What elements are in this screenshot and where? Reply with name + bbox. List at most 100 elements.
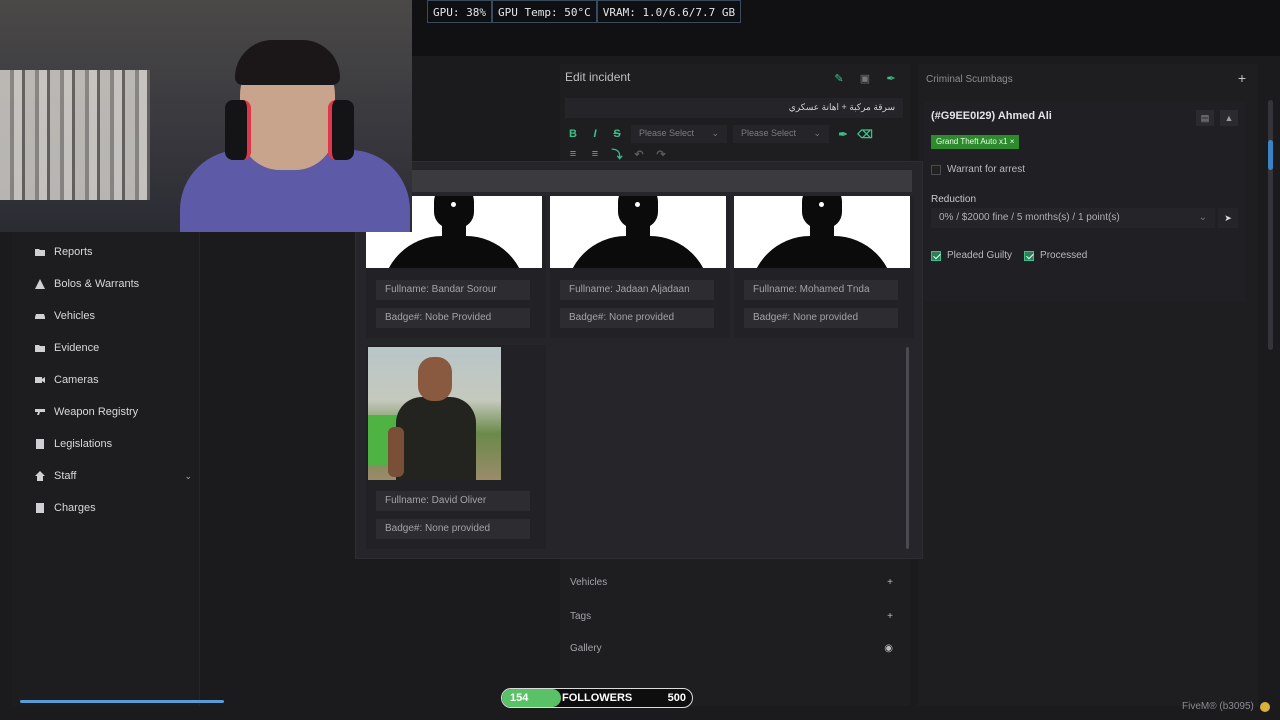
processed-checkbox[interactable] bbox=[1024, 250, 1035, 261]
webcam-overlay bbox=[0, 0, 412, 232]
heading-select-value: Please Select bbox=[639, 128, 695, 138]
sidebar-item-vehicles[interactable]: Vehicles bbox=[22, 300, 192, 332]
indent-icon[interactable]: ⤵ bbox=[609, 146, 625, 162]
vehicles-section-label: Vehicles bbox=[570, 576, 608, 588]
scrollbar-thumb[interactable] bbox=[1268, 140, 1273, 170]
sidebar-nav: Reports Bolos & Warrants Vehicles Eviden… bbox=[22, 236, 192, 524]
officer-badge: Badge#: None provided bbox=[376, 519, 530, 539]
status-indicator-icon bbox=[1260, 702, 1270, 712]
charge-chip[interactable]: Grand Theft Auto x1 × bbox=[931, 135, 1020, 149]
heading-select[interactable]: Please Select ⌄ bbox=[631, 125, 727, 143]
processed-label: Processed bbox=[1040, 250, 1088, 261]
camera-icon[interactable]: ◉ bbox=[884, 643, 893, 654]
tags-section[interactable]: Tags + bbox=[565, 604, 903, 628]
followers-goal: 500 bbox=[667, 692, 686, 704]
modal-scrollbar[interactable] bbox=[906, 347, 909, 549]
officer-badge: Badge#: None provided bbox=[744, 308, 898, 328]
chevron-down-icon: ⌄ bbox=[711, 128, 719, 138]
incident-title-input[interactable]: سرقة مركبة + اهانة عسكري bbox=[565, 98, 903, 118]
gallery-section-label: Gallery bbox=[570, 642, 602, 654]
avatar-placeholder bbox=[550, 196, 726, 268]
officer-fullname: Fullname: David Oliver bbox=[376, 491, 530, 511]
warning-icon bbox=[35, 279, 45, 289]
redo-icon[interactable]: ↷ bbox=[653, 148, 669, 161]
camera-icon bbox=[35, 377, 45, 383]
tags-section-label: Tags bbox=[570, 610, 592, 622]
sidebar-item-label: Reports bbox=[54, 246, 93, 258]
avatar-placeholder bbox=[734, 196, 910, 268]
sidebar-item-label: Evidence bbox=[54, 342, 100, 354]
sidebar-item-label: Vehicles bbox=[54, 310, 95, 322]
sidebar-item-cameras[interactable]: Cameras bbox=[22, 364, 192, 396]
sidebar-item-evidence[interactable]: Evidence bbox=[22, 332, 192, 364]
sidebar-item-label: Charges bbox=[54, 502, 96, 514]
book-icon bbox=[36, 503, 44, 513]
criminal-card: (#G9EE0I29) Ahmed Ali ▤ ▲ Grand Theft Au… bbox=[924, 102, 1246, 302]
horizontal-scrollbar[interactable] bbox=[20, 700, 224, 703]
officer-card[interactable]: Fullname: Jadaan Aljadaan Badge#: None p… bbox=[550, 196, 730, 338]
undo-icon[interactable]: ↶ bbox=[631, 148, 647, 161]
font-select[interactable]: Please Select ⌄ bbox=[733, 125, 829, 143]
officer-photo bbox=[368, 347, 501, 480]
book-icon bbox=[36, 439, 44, 449]
car-icon bbox=[35, 314, 45, 319]
gpu-temperature: GPU Temp: 50°C bbox=[491, 0, 597, 23]
gun-icon bbox=[35, 409, 45, 415]
chevron-down-icon[interactable]: ⌄ bbox=[184, 471, 192, 482]
brush-icon[interactable]: ✒ bbox=[835, 128, 851, 141]
officer-fullname: Fullname: Mohamed Tnda bbox=[744, 280, 898, 300]
add-icon[interactable]: + bbox=[887, 577, 893, 588]
trash-icon[interactable]: ▲ bbox=[1220, 110, 1238, 126]
officer-card[interactable]: Fullname: Mohamed Tnda Badge#: None prov… bbox=[734, 196, 914, 338]
criminal-name: (#G9EE0I29) Ahmed Ali bbox=[931, 110, 1052, 122]
vehicles-section[interactable]: Vehicles + bbox=[565, 570, 903, 594]
home-icon bbox=[35, 471, 45, 481]
reduction-label: Reduction bbox=[931, 194, 977, 205]
sidebar-item-label: Weapon Registry bbox=[54, 406, 139, 418]
criminals-panel: Criminal Scumbags + (#G9EE0I29) Ahmed Al… bbox=[918, 64, 1258, 706]
sidebar-item-label: Staff bbox=[54, 470, 77, 482]
sidebar-item-bolos-warrants[interactable]: Bolos & Warrants bbox=[22, 268, 192, 300]
edit-icon[interactable]: ✎ bbox=[828, 68, 850, 90]
bold-button[interactable]: B bbox=[565, 128, 581, 140]
send-icon[interactable]: ➤ bbox=[1218, 208, 1238, 228]
sidebar-item-label: Bolos & Warrants bbox=[54, 278, 140, 290]
eraser-icon[interactable]: ⌫ bbox=[857, 128, 873, 141]
reduction-select[interactable]: 0% / $2000 fine / 5 months(s) / 1 point(… bbox=[931, 208, 1215, 228]
officer-badge: Badge#: None provided bbox=[560, 308, 714, 328]
folder-icon bbox=[35, 249, 45, 256]
sidebar-item-reports[interactable]: Reports bbox=[22, 236, 192, 268]
add-icon[interactable]: + bbox=[887, 611, 893, 622]
followers-goal-bar: 154 FOLLOWERS 500 bbox=[501, 688, 693, 708]
sidebar-item-label: Cameras bbox=[54, 374, 99, 386]
brush-icon[interactable]: ✒ bbox=[880, 68, 902, 90]
strikethrough-button[interactable]: S bbox=[609, 128, 625, 140]
bullet-list-icon[interactable]: ≡ bbox=[565, 148, 581, 160]
modal-header bbox=[412, 170, 912, 192]
criminal-actions: ▤ ▲ bbox=[1196, 110, 1238, 126]
warrant-checkbox[interactable] bbox=[931, 164, 941, 175]
sidebar-item-weapon-registry[interactable]: Weapon Registry bbox=[22, 396, 192, 428]
edit-incident-title: Edit incident bbox=[565, 70, 631, 84]
italic-button[interactable]: I bbox=[587, 128, 603, 140]
reduction-select-value: 0% / $2000 fine / 5 months(s) / 1 point(… bbox=[939, 212, 1120, 223]
followers-current: 154 bbox=[510, 692, 529, 704]
font-select-value: Please Select bbox=[741, 128, 797, 138]
sidebar-item-label: Legislations bbox=[54, 438, 113, 450]
add-criminal-icon[interactable]: + bbox=[1238, 70, 1246, 86]
edit-incident-actions: ✎ ▣ ✒ bbox=[828, 68, 902, 90]
sidebar-item-staff[interactable]: Staff ⌄ bbox=[22, 460, 192, 492]
document-icon[interactable]: ▤ bbox=[1196, 110, 1214, 126]
pleaded-guilty-checkbox[interactable] bbox=[931, 250, 941, 261]
save-icon[interactable]: ▣ bbox=[854, 68, 876, 90]
gallery-section[interactable]: Gallery ◉ bbox=[565, 636, 903, 660]
page-scrollbar[interactable] bbox=[1268, 100, 1273, 350]
app-root: GPU: 38% GPU Temp: 50°C VRAM: 1.0/6.6/7.… bbox=[0, 0, 1280, 720]
close-icon[interactable]: × bbox=[1010, 137, 1015, 146]
criminals-heading: Criminal Scumbags bbox=[926, 74, 1013, 85]
sidebar-item-charges[interactable]: Charges bbox=[22, 492, 192, 524]
sidebar-item-legislations[interactable]: Legislations bbox=[22, 428, 192, 460]
gpu-usage: GPU: 38% bbox=[427, 0, 492, 23]
performance-overlay: GPU: 38% GPU Temp: 50°C VRAM: 1.0/6.6/7.… bbox=[427, 0, 742, 24]
numbered-list-icon[interactable]: ≡ bbox=[587, 148, 603, 160]
